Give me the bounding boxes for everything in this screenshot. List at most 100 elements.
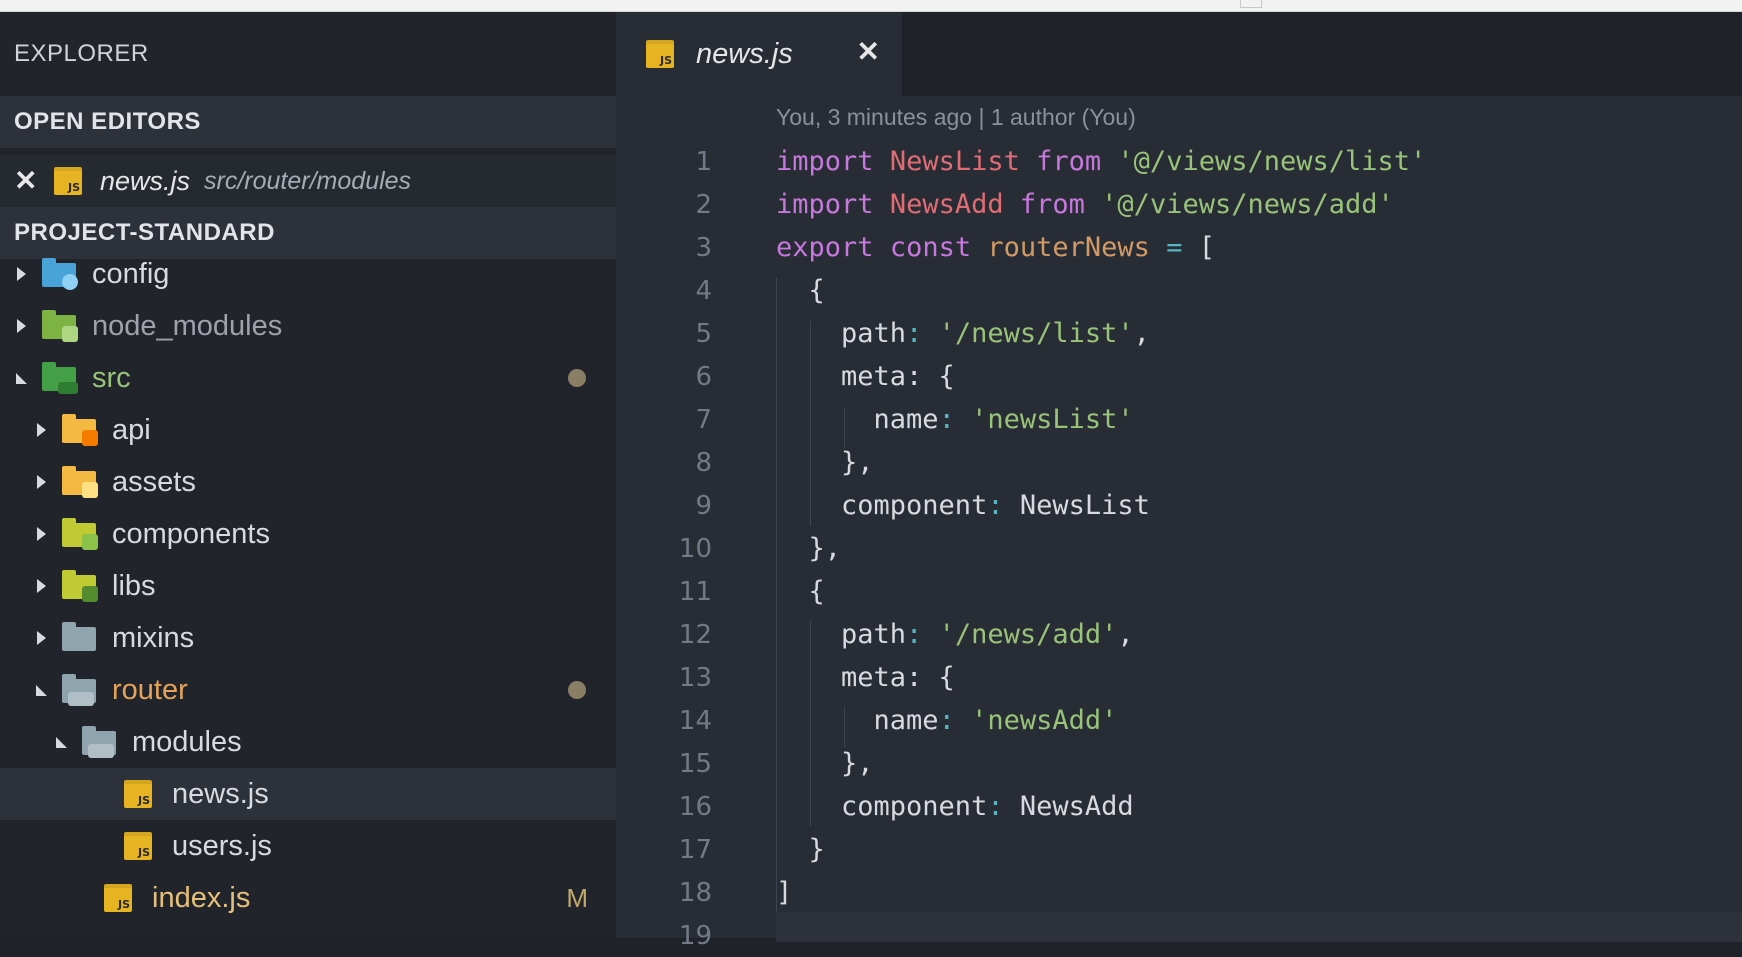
git-modified-badge: M [566, 882, 588, 913]
chevron-down-icon[interactable] [14, 371, 28, 385]
js-file-icon: JS [644, 39, 680, 69]
js-file-icon: JS [52, 166, 88, 196]
tree-item-label: index.js [152, 881, 251, 914]
tree-item-label: config [92, 257, 170, 290]
code-line: 10 }, [616, 527, 1742, 570]
tree-item-config[interactable]: config [0, 248, 616, 300]
tree-item-news-js[interactable]: JS news.js [0, 768, 616, 820]
line-number: 11 [678, 576, 712, 607]
open-editor-name: news.js [100, 165, 191, 196]
tree-item-label: users.js [172, 829, 272, 862]
tab-bar: JS news.js ✕ [616, 12, 1742, 96]
line-number: 1 [695, 146, 712, 177]
tree-item-index-js[interactable]: JS index.js M [0, 872, 616, 924]
line-number: 3 [695, 232, 712, 263]
chevron-right-icon[interactable] [34, 527, 48, 541]
code-line: 7 name: 'newsList' [616, 398, 1742, 441]
open-editors-header[interactable]: OPEN EDITORS [0, 96, 616, 148]
line-number: 4 [695, 275, 712, 306]
code-line: 13 meta: { [616, 656, 1742, 699]
tree-item-label: router [112, 673, 188, 706]
code-line: 19 [616, 914, 1742, 957]
chevron-right-icon[interactable] [14, 319, 28, 333]
line-number: 13 [678, 662, 712, 693]
code-line: 5 path: '/news/list', [616, 312, 1742, 355]
line-number: 16 [678, 791, 712, 822]
chevron-down-icon[interactable] [34, 683, 48, 697]
code-line: 6 meta: { [616, 355, 1742, 398]
folder-libs-icon [62, 570, 98, 602]
line-number: 2 [695, 189, 712, 220]
open-editor-path: src/router/modules [204, 166, 412, 195]
tree-item-label: mixins [112, 621, 195, 654]
explorer-title: EXPLORER [14, 40, 149, 67]
modified-dot [568, 369, 586, 387]
tree-item-label: api [112, 413, 151, 446]
blame-annotation[interactable]: You, 3 minutes ago | 1 author (You) [776, 104, 1136, 131]
tab-news-js[interactable]: JS news.js ✕ [616, 12, 902, 96]
tree-item-router[interactable]: router [0, 664, 616, 716]
code-line: 12 path: '/news/add', [616, 613, 1742, 656]
close-icon[interactable]: ✕ [14, 167, 44, 195]
tree-item-label: news.js [172, 777, 269, 810]
explorer-sidebar: EXPLORER OPEN EDITORS ✕ JS news.js src/r… [0, 12, 616, 938]
js-file-icon: JS [122, 779, 158, 809]
window-top-strip [0, 0, 1742, 12]
code-line: 4 { [616, 269, 1742, 312]
line-number: 5 [695, 318, 712, 349]
js-file-icon: JS [122, 831, 158, 861]
open-editor-item[interactable]: ✕ JS news.js src/router/modules [0, 155, 616, 207]
checkbox-fragment [1240, 0, 1262, 8]
tree-item-users-js[interactable]: JS users.js [0, 820, 616, 872]
tree-item-label: src [92, 361, 131, 394]
tree-item-api[interactable]: api [0, 404, 616, 456]
code-line: 9 component: NewsList [616, 484, 1742, 527]
tree-item-label: node_modules [92, 309, 283, 342]
tree-item-modules[interactable]: modules [0, 716, 616, 768]
close-icon[interactable]: ✕ [857, 38, 880, 66]
line-number: 19 [678, 920, 712, 951]
tree-item-libs[interactable]: libs [0, 560, 616, 612]
chevron-right-icon[interactable] [34, 631, 48, 645]
folder-icon [62, 622, 98, 653]
chevron-right-icon[interactable] [34, 475, 48, 489]
chevron-right-icon[interactable] [34, 423, 48, 437]
code-line: 8 }, [616, 441, 1742, 484]
folder-router-icon [62, 674, 98, 706]
folder-api-icon [62, 414, 98, 446]
folder-components-icon [62, 518, 98, 550]
chevron-right-icon[interactable] [14, 267, 28, 281]
line-number: 7 [695, 404, 712, 435]
tree-item-components[interactable]: components [0, 508, 616, 560]
folder-src-icon [42, 362, 78, 394]
code-line: 18 ] [616, 871, 1742, 914]
code-line: 3 export const routerNews = [ [616, 226, 1742, 269]
tree-item-src[interactable]: src [0, 352, 616, 404]
code-line: 16 component: NewsAdd [616, 785, 1742, 828]
chevron-down-icon[interactable] [54, 735, 68, 749]
folder-node-icon [42, 310, 78, 342]
tree-item-mixins[interactable]: mixins [0, 612, 616, 664]
folder-config-icon [42, 258, 78, 290]
tree-item-label: modules [132, 725, 242, 758]
code-line: 1 import NewsList from '@/views/news/lis… [616, 140, 1742, 183]
folder-assets-icon [62, 466, 98, 498]
line-number: 18 [678, 877, 712, 908]
js-file-icon: JS [102, 883, 138, 913]
line-number: 10 [678, 533, 712, 564]
tree-item-label: libs [112, 569, 156, 602]
tree-item-node-modules[interactable]: node_modules [0, 300, 616, 352]
line-number: 14 [678, 705, 712, 736]
chevron-right-icon[interactable] [34, 579, 48, 593]
code-line: 14 name: 'newsAdd' [616, 699, 1742, 742]
code-line: 2 import NewsAdd from '@/views/news/add' [616, 183, 1742, 226]
tree-item-assets[interactable]: assets [0, 456, 616, 508]
line-number: 17 [678, 834, 712, 865]
line-number: 8 [695, 447, 712, 478]
code-line: 17 } [616, 828, 1742, 871]
line-number: 9 [695, 490, 712, 521]
line-number: 6 [695, 361, 712, 392]
modified-dot [568, 681, 586, 699]
code-line: 15 }, [616, 742, 1742, 785]
line-number: 12 [678, 619, 712, 650]
